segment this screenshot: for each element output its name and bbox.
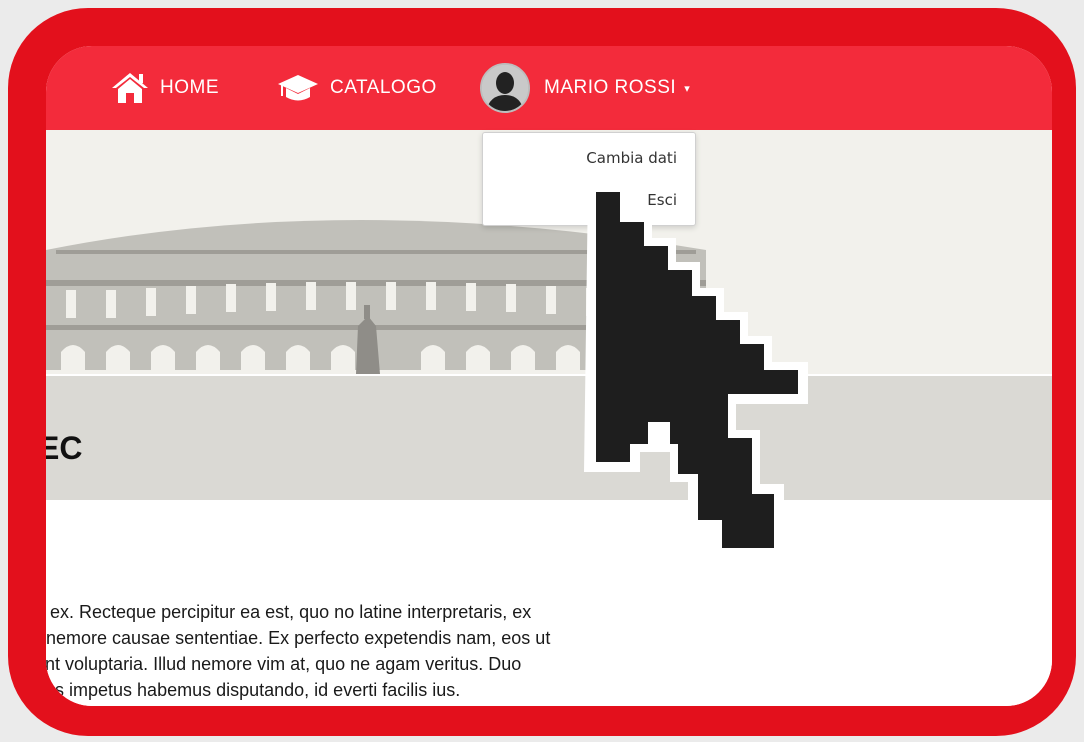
dropdown-item-cambia-dati[interactable]: Cambia dati: [586, 149, 677, 167]
browser-viewport: HOME CATALOGO MARIO ROSSI ▾ EC us ex. Re…: [46, 46, 1052, 706]
page-title-band: [46, 376, 1052, 500]
dropdown-item-esci[interactable]: Esci: [647, 191, 677, 209]
nav-catalog-label: CATALOGO: [330, 77, 437, 98]
main-content: us ex. Recteque percipitur ea est, quo n…: [46, 500, 1052, 706]
page-title: EC: [46, 430, 83, 466]
nav-home-link[interactable]: HOME: [110, 46, 219, 130]
user-dropdown-menu: Cambia dati Esci: [482, 132, 696, 226]
user-avatar-icon: [480, 63, 530, 113]
nav-user-label: MARIO ROSSI: [544, 77, 677, 98]
paragraph-line: at nemore causae sententiae. Ex perfecto…: [46, 628, 551, 648]
graduation-cap-icon: [278, 75, 318, 101]
top-navbar: HOME CATALOGO MARIO ROSSI ▾: [46, 46, 1052, 130]
home-icon: [112, 73, 148, 103]
paragraph-line: sunt voluptaria. Illud nemore vim at, qu…: [46, 654, 522, 674]
paragraph-line: us ex. Recteque percipitur ea est, quo n…: [46, 602, 532, 622]
nav-home-label: HOME: [160, 77, 219, 98]
paragraph-line: o ius impetus habemus disputando, id eve…: [46, 680, 461, 700]
chevron-down-icon: ▾: [684, 82, 691, 95]
nav-catalog-link[interactable]: CATALOGO: [276, 46, 437, 130]
nav-user-menu[interactable]: MARIO ROSSI ▾: [480, 46, 690, 130]
